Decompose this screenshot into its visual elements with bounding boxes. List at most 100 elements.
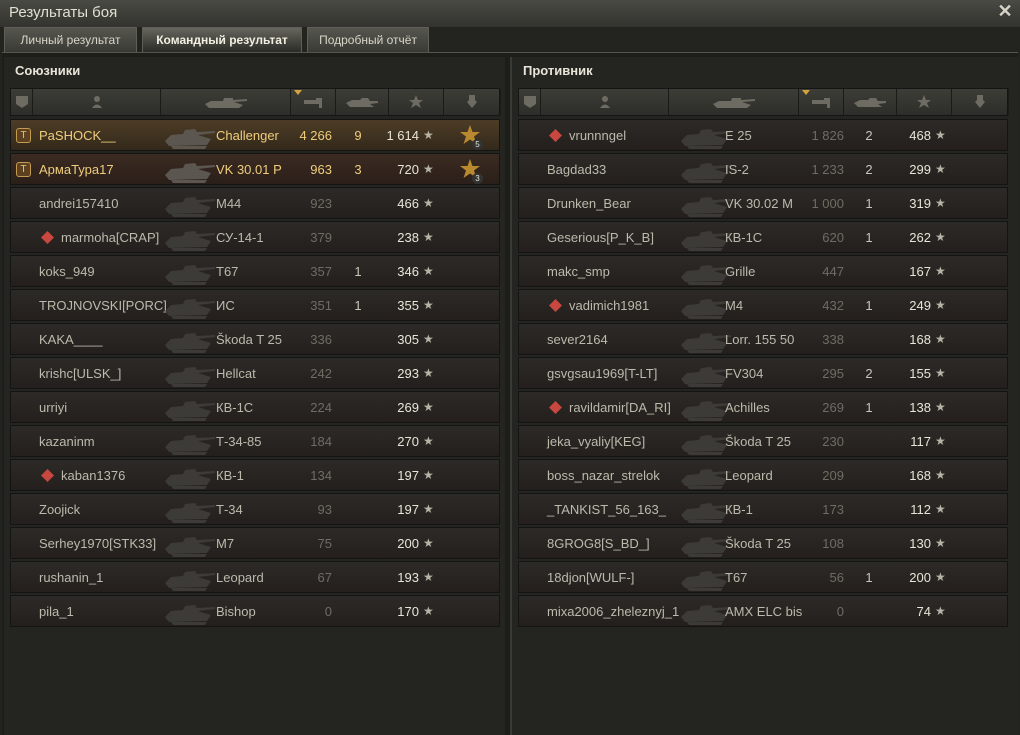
enemies-header-tank-icon[interactable]: [669, 89, 799, 115]
xp-star-icon: ★: [423, 434, 434, 448]
xp-value: 305: [397, 332, 419, 347]
xp-star-icon: ★: [935, 570, 946, 584]
allies-player-row[interactable]: KAKA____ Škoda T 25 336 305 ★: [10, 323, 500, 355]
damage-value: 338: [822, 332, 844, 347]
allies-player-row[interactable]: kaban1376 КВ-1 134 197 ★: [10, 459, 500, 491]
enemies-player-row[interactable]: vadimich1981 M4 432 1 249 ★: [518, 289, 1008, 321]
damage-value: 1 000: [811, 196, 844, 211]
enemies-player-row[interactable]: jeka_vyaliy[KEG] Škoda T 25 230 117 ★: [518, 425, 1008, 457]
enemies-player-row[interactable]: _TANKIST_56_163_ КВ-1 173 112 ★: [518, 493, 1008, 525]
allies-player-row[interactable]: marmoha[CRAP] СУ-14-1 379 238 ★: [10, 221, 500, 253]
damage-icon: [812, 98, 830, 108]
medal-icon: [467, 95, 477, 108]
xp-star-icon: ★: [935, 400, 946, 414]
player-name: _TANKIST_56_163_: [547, 502, 666, 517]
allies-header-damage-icon[interactable]: [291, 89, 336, 115]
tab-team-result[interactable]: Командный результат: [142, 27, 302, 52]
tank-icon: [161, 393, 219, 423]
squad-diamond-icon: [41, 469, 54, 482]
allies-header-medal-icon[interactable]: [444, 89, 501, 115]
enemies-title: Противник: [523, 63, 593, 78]
player-name: andrei157410: [39, 196, 119, 211]
player-name: ravildamir[DA_RI]: [569, 400, 671, 415]
allies-player-row[interactable]: TROJNOVSKI[PORC] ИС 351 1 355 ★: [10, 289, 500, 321]
close-button[interactable]: ✕: [996, 2, 1014, 20]
xp-value: 155: [909, 366, 931, 381]
enemies-player-row[interactable]: mixa2006_zheleznyj_1 AMX ELC bis 0 74 ★: [518, 595, 1008, 627]
player-name: jeka_vyaliy[KEG]: [547, 434, 646, 449]
allies-header-tank-icon[interactable]: [161, 89, 291, 115]
enemies-header-xp-star-icon[interactable]: [897, 89, 952, 115]
kills-value: 1: [865, 230, 873, 245]
allies-player-row[interactable]: Zoojick Т-34 93 197 ★: [10, 493, 500, 525]
damage-value: 242: [310, 366, 332, 381]
enemies-player-row[interactable]: ravildamir[DA_RI] Achilles 269 1 138 ★: [518, 391, 1008, 423]
enemies-player-row[interactable]: boss_nazar_strelok Leopard 209 168 ★: [518, 459, 1008, 491]
xp-value: 168: [909, 468, 931, 483]
allies-player-row[interactable]: kazaninm Т-34-85 184 270 ★: [10, 425, 500, 457]
diamond-shape: [549, 401, 562, 414]
allies-player-row[interactable]: T PaSHOCK__ Challenger 4 266 9 1 614 ★ 5: [10, 119, 500, 151]
kills-value: 1: [865, 570, 873, 585]
enemies-player-row[interactable]: Geserious[P_K_B] КВ-1С 620 1 262 ★: [518, 221, 1008, 253]
xp-value: 117: [910, 434, 931, 449]
allies-player-row[interactable]: Serhey1970[STK33] M7 75 200 ★: [10, 527, 500, 559]
allies-player-row[interactable]: andrei157410 M44 923 466 ★: [10, 187, 500, 219]
allies-player-row[interactable]: T АрмаТура17 VK 30.01 P 963 3 720 ★ 3: [10, 153, 500, 185]
enemies-player-row[interactable]: makc_smp Grille 447 167 ★: [518, 255, 1008, 287]
allies-player-row[interactable]: rushanin_1 Leopard 67 193 ★: [10, 561, 500, 593]
xp-star-icon: [917, 95, 931, 108]
allies-header-platoon-icon[interactable]: [11, 89, 33, 115]
allies-player-row[interactable]: pila_1 Bishop 0 170 ★: [10, 595, 500, 627]
player-icon: [91, 96, 102, 108]
enemies-player-row[interactable]: 18djon[WULF-] T67 56 1 200 ★: [518, 561, 1008, 593]
enemies-header-kills-icon[interactable]: [844, 89, 897, 115]
damage-value: 963: [310, 162, 332, 177]
tank-name: КВ-1: [216, 468, 244, 483]
xp-star-icon: ★: [423, 230, 434, 244]
achievement-medal-icon[interactable]: 5: [457, 123, 483, 150]
xp-value: 112: [910, 502, 931, 517]
player-name: sever2164: [547, 332, 608, 347]
allies-header-xp-star-icon[interactable]: [389, 89, 444, 115]
xp-star-icon: ★: [935, 162, 946, 176]
kills-value: 1: [865, 196, 873, 211]
allies-header-player-icon[interactable]: [33, 89, 161, 115]
allies-player-row[interactable]: urriyi КВ-1С 224 269 ★: [10, 391, 500, 423]
damage-value: 432: [822, 298, 844, 313]
tank-icon: [161, 257, 219, 287]
achievement-medal-icon[interactable]: 3: [457, 157, 483, 184]
allies-player-row[interactable]: koks_949 T67 357 1 346 ★: [10, 255, 500, 287]
enemies-header-medal-icon[interactable]: [952, 89, 1009, 115]
enemies-column-header: [518, 88, 1009, 116]
enemies-player-row[interactable]: Drunken_Bear VK 30.02 M 1 000 1 319 ★: [518, 187, 1008, 219]
enemies-player-row[interactable]: sever2164 Lorr. 155 50 338 168 ★: [518, 323, 1008, 355]
enemies-player-row[interactable]: 8GROG8[S_BD_] Škoda T 25 108 130 ★: [518, 527, 1008, 559]
enemies-player-row[interactable]: Bagdad33 IS-2 1 233 2 299 ★: [518, 153, 1008, 185]
allies-player-row[interactable]: krishc[ULSK_] Hellcat 242 293 ★: [10, 357, 500, 389]
enemies-header-damage-icon[interactable]: [799, 89, 844, 115]
xp-value: 130: [909, 536, 931, 551]
enemies-header-player-icon[interactable]: [541, 89, 669, 115]
xp-value: 167: [909, 264, 931, 279]
enemies-player-row[interactable]: gsvgsau1969[T-LT] FV304 295 2 155 ★: [518, 357, 1008, 389]
xp-value: 197: [397, 468, 419, 483]
tank-icon: [161, 291, 219, 321]
allies-header-kills-icon[interactable]: [336, 89, 389, 115]
tank-icon: [161, 529, 219, 559]
tab-personal-result[interactable]: Личный результат: [4, 27, 137, 52]
damage-value: 351: [310, 298, 332, 313]
enemies-player-row[interactable]: vrunnngel E 25 1 826 2 468 ★: [518, 119, 1008, 151]
kills-value: 1: [354, 298, 362, 313]
kills-value: 2: [865, 162, 873, 177]
player-name: PaSHOCK__: [39, 128, 116, 143]
damage-value: 0: [836, 604, 844, 619]
damage-value: 0: [324, 604, 332, 619]
xp-value: 197: [397, 502, 419, 517]
tank-name: Т-34-85: [216, 434, 262, 449]
xp-value: 262: [909, 230, 931, 245]
tab-detailed-report[interactable]: Подробный отчёт: [307, 27, 429, 52]
xp-star-icon: ★: [935, 434, 946, 448]
enemies-header-platoon-icon[interactable]: [519, 89, 541, 115]
player-name: vrunnngel: [569, 128, 627, 143]
